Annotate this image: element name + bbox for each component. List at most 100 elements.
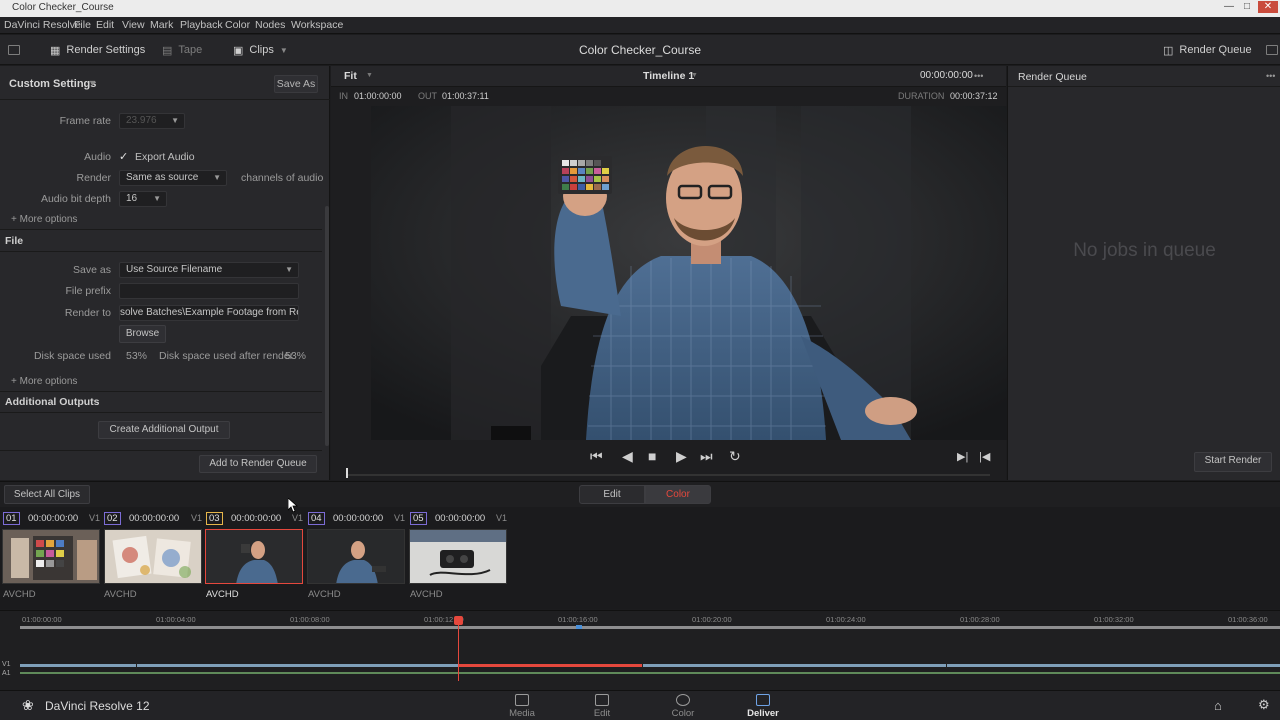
timeline-marker[interactable] <box>576 625 582 629</box>
menu-color[interactable]: Color <box>225 19 250 31</box>
clip-thumbnail[interactable] <box>2 529 100 584</box>
clip-track: V1 <box>89 513 101 523</box>
close-icon[interactable]: ✕ <box>1258 1 1278 13</box>
menu-edit[interactable]: Edit <box>96 19 114 31</box>
next-clip-icon[interactable]: ▶| <box>957 450 968 463</box>
panel-toggle-right-icon[interactable] <box>1266 41 1278 59</box>
play-reverse-icon[interactable]: ◀ <box>622 448 633 465</box>
create-additional-output-button[interactable]: Create Additional Output <box>98 421 230 439</box>
gear-icon[interactable]: ⚙ <box>1258 697 1270 713</box>
menu-davinci[interactable]: DaVinci Resolve <box>4 19 81 31</box>
menu-view[interactable]: View <box>122 19 145 31</box>
audio-track[interactable] <box>20 672 1280 674</box>
media-page-icon <box>515 694 529 706</box>
page-media[interactable]: Media <box>492 693 552 719</box>
clip-track: V1 <box>394 513 406 523</box>
more-options-file[interactable]: + More options <box>11 376 77 387</box>
select-all-clips-button[interactable]: Select All Clips <box>4 485 90 504</box>
playhead-handle[interactable] <box>454 616 463 625</box>
disk-used-label: Disk space used <box>33 350 111 362</box>
menu-workspace[interactable]: Workspace <box>291 19 343 31</box>
start-render-button[interactable]: Start Render <box>1194 452 1272 472</box>
viewer-panel: Fit ▼ Timeline 1 ▼ 00:00:00:00 ••• IN 01… <box>331 66 1007 480</box>
clip-thumbnail[interactable] <box>307 529 405 584</box>
render-settings-panel: Custom Settings ▼ Save As Frame rate 23.… <box>0 66 330 480</box>
timeline-name[interactable]: Timeline 1 <box>643 70 694 82</box>
clip-number: 05 <box>410 512 427 525</box>
selected-clip-segment[interactable] <box>458 664 642 667</box>
skip-to-start-icon[interactable]: ⏮ <box>590 448 603 465</box>
file-section-title: File <box>5 235 24 247</box>
clip-strip: 01 00:00:00:00 V1 AVCHD 02 00:00:00:00 V… <box>0 507 1280 609</box>
clip-thumbnail-selected[interactable] <box>205 529 303 584</box>
save-as-button[interactable]: Save As <box>274 75 318 93</box>
settings-scrollbar[interactable] <box>325 206 329 446</box>
clip-thumbnail-image <box>308 530 404 583</box>
render-queue-title: Render Queue <box>1018 71 1087 83</box>
loop-icon[interactable]: ↻ <box>729 448 741 465</box>
timeline-playhead[interactable] <box>458 623 459 681</box>
bit-depth-select[interactable]: 16 ▼ <box>119 191 167 207</box>
options-icon[interactable]: ••• <box>974 71 983 81</box>
chevron-down-icon[interactable]: ▼ <box>691 72 698 79</box>
viewer-io-bar: IN 01:00:00:00 OUT 01:00:37:11 DURATION … <box>331 87 1006 105</box>
clip-timecode: 00:00:00:00 <box>28 513 79 524</box>
clip-thumbnail-image <box>206 530 302 583</box>
add-to-render-queue-button[interactable]: Add to Render Queue <box>199 455 317 473</box>
render-to-input[interactable]: solve Batches\Example Footage from Resol… <box>119 305 299 321</box>
save-as-select[interactable]: Use Source Filename ▼ <box>119 262 299 278</box>
menu-mark[interactable]: Mark <box>150 19 173 31</box>
clip-number: 01 <box>3 512 20 525</box>
clip-name: AVCHD <box>104 589 137 600</box>
render-queue-header: Render Queue ••• <box>1008 66 1280 87</box>
stop-icon[interactable]: ■ <box>648 448 656 464</box>
zoom-fit-select[interactable]: Fit <box>344 70 357 82</box>
video-frame <box>371 106 1007 440</box>
disk-after-label: Disk space used after render <box>159 350 294 362</box>
timeline-tick: 01:00:00:00 <box>22 615 62 624</box>
minimize-icon[interactable]: — <box>1222 1 1236 13</box>
page-edit[interactable]: Edit <box>572 693 632 719</box>
mouse-cursor-icon <box>288 498 298 512</box>
bit-depth-label: Audio bit depth <box>40 193 111 205</box>
skip-to-end-icon[interactable]: ⏭ <box>700 448 713 465</box>
chevron-down-icon[interactable]: ▼ <box>366 72 373 79</box>
file-prefix-input[interactable] <box>119 283 299 299</box>
tab-edit[interactable]: Edit <box>579 485 645 504</box>
clip-boundary <box>946 663 947 669</box>
render-queue-button[interactable]: ◫ Render Queue <box>1163 41 1252 59</box>
browse-button[interactable]: Browse <box>119 325 166 343</box>
duration-value: 00:00:37:12 <box>950 91 998 101</box>
clip-thumbnail[interactable] <box>409 529 507 584</box>
export-audio-label: Export Audio <box>135 151 195 163</box>
prev-clip-icon[interactable]: |◀ <box>979 450 990 463</box>
menu-playback[interactable]: Playback <box>180 19 223 31</box>
page-deliver[interactable]: Deliver <box>733 693 793 719</box>
timeline-ruler[interactable] <box>20 626 1280 629</box>
menu-file[interactable]: File <box>74 19 91 31</box>
timeline-tick: 01:00:32:00 <box>1094 615 1134 624</box>
clip-timecode: 00:00:00:00 <box>231 513 282 524</box>
timeline-tick: 01:00:28:00 <box>960 615 1000 624</box>
video-track[interactable] <box>20 664 1280 667</box>
home-icon[interactable]: ⌂ <box>1214 698 1222 713</box>
export-audio-checkbox[interactable]: ✓ <box>119 150 128 163</box>
frame-rate-label: Frame rate <box>59 115 111 127</box>
tab-color[interactable]: Color <box>645 485 711 504</box>
render-audio-select[interactable]: Same as source ▼ <box>119 170 227 186</box>
play-icon[interactable]: ▶ <box>676 448 687 465</box>
maximize-icon[interactable]: □ <box>1240 1 1254 13</box>
window-title: Color Checker_Course <box>12 2 114 13</box>
timeline-tick: 01:00:04:00 <box>156 615 196 624</box>
menu-nodes[interactable]: Nodes <box>255 19 285 31</box>
chevron-down-icon[interactable]: ▼ <box>88 78 97 88</box>
more-options-audio[interactable]: + More options <box>11 214 77 225</box>
scrubber-playhead[interactable] <box>346 468 348 478</box>
page-color[interactable]: Color <box>653 693 713 719</box>
duration-label: DURATION <box>898 91 945 101</box>
clip-thumbnail[interactable] <box>104 529 202 584</box>
divider <box>0 391 322 392</box>
save-as-label: Save as <box>73 264 111 276</box>
options-icon[interactable]: ••• <box>1266 71 1275 81</box>
scrubber-track[interactable] <box>347 474 990 476</box>
